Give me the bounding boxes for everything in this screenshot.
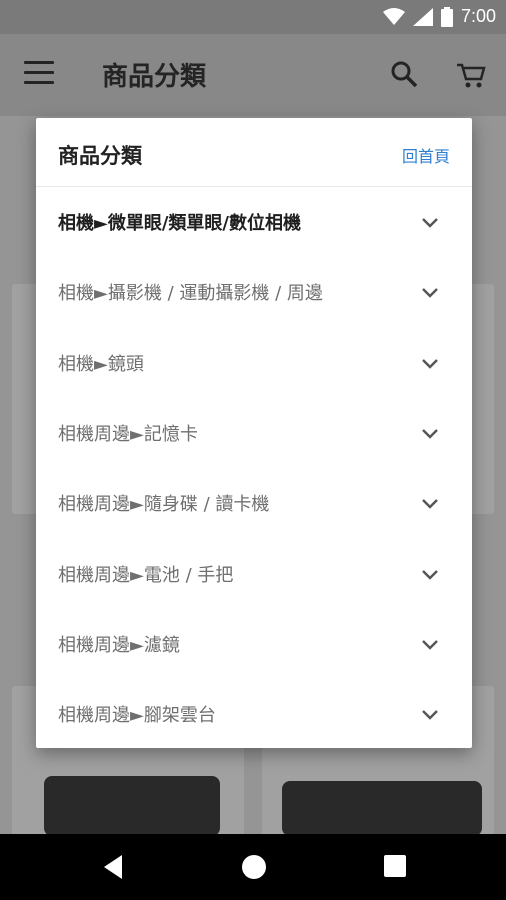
chevron-down-icon[interactable] xyxy=(420,564,440,584)
category-list: 相機►微單眼/類單眼/數位相機 相機►攝影機 / 運動攝影機 / 周邊 相機►鏡頭相… xyxy=(36,187,472,748)
category-label: 相機周邊►腳架雲台 xyxy=(58,705,216,727)
chevron-down-icon[interactable] xyxy=(420,704,440,724)
category-item[interactable]: 相機►攝影機 / 運動攝影機 / 周邊 xyxy=(36,257,472,327)
chevron-down-icon[interactable] xyxy=(420,353,440,373)
back-icon[interactable] xyxy=(102,854,124,880)
status-bar: 7:00 xyxy=(0,0,506,34)
category-dialog: 商品分類 回首頁 相機►微單眼/類單眼/數位相機 相機►攝影機 / 運動攝影機 /… xyxy=(36,118,472,748)
system-nav-bar xyxy=(0,834,506,900)
chevron-down-icon[interactable] xyxy=(420,282,440,302)
status-icons: 7:00 xyxy=(382,6,496,27)
chevron-down-icon[interactable] xyxy=(420,212,440,232)
category-item[interactable]: 相機周邊►電池 / 手把 xyxy=(36,538,472,608)
category-item[interactable]: 相機周邊►隨身碟 / 讀卡機 xyxy=(36,468,472,538)
home-icon[interactable] xyxy=(241,854,267,880)
category-label: 相機周邊►隨身碟 / 讀卡機 xyxy=(58,494,270,516)
category-item[interactable]: 相機周邊►記憶卡 xyxy=(36,398,472,468)
category-label: 相機周邊►濾鏡 xyxy=(58,634,180,656)
battery-icon xyxy=(440,6,453,27)
chevron-down-icon[interactable] xyxy=(420,493,440,513)
recents-icon[interactable] xyxy=(384,854,406,878)
category-item[interactable]: 相機►鏡頭 xyxy=(36,328,472,398)
category-label: 相機周邊►電池 / 手把 xyxy=(58,564,234,586)
category-label: 相機►微單眼/類單眼/數位相機 xyxy=(58,213,301,235)
dialog-header: 商品分類 回首頁 xyxy=(36,118,472,187)
chevron-down-icon[interactable] xyxy=(420,634,440,654)
home-link[interactable]: 回首頁 xyxy=(402,143,450,167)
category-label: 相機►鏡頭 xyxy=(58,353,144,375)
category-item[interactable]: 相機周邊►濾鏡 xyxy=(36,609,472,679)
signal-icon xyxy=(412,7,433,26)
status-time: 7:00 xyxy=(460,6,496,26)
dialog-title: 商品分類 xyxy=(58,144,142,168)
chevron-down-icon[interactable] xyxy=(420,423,440,443)
category-item[interactable]: 相機►微單眼/類單眼/數位相機 xyxy=(36,187,472,257)
category-item[interactable]: 相機周邊►腳架雲台 xyxy=(36,679,472,748)
category-label: 相機周邊►記憶卡 xyxy=(58,424,198,446)
wifi-icon xyxy=(382,7,405,25)
category-label: 相機►攝影機 / 運動攝影機 / 周邊 xyxy=(58,283,323,305)
